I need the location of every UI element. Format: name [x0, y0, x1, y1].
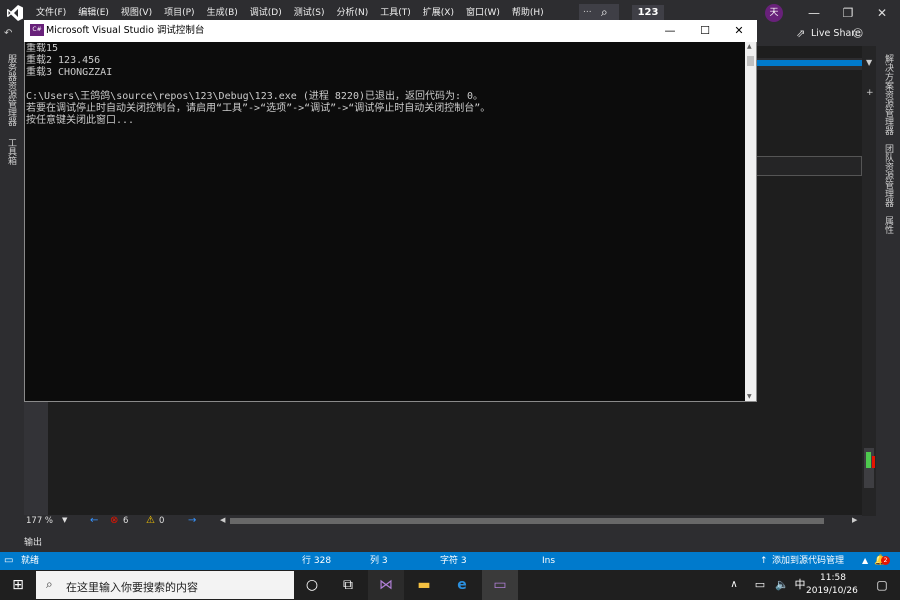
notification-badge: 2 [881, 556, 890, 565]
tab-toolbox[interactable]: 工具箱 [5, 138, 18, 165]
console-line: 重载15 [26, 43, 59, 54]
right-tool-strip: 解决方案资源管理器 团队资源管理器 属性 [876, 46, 900, 552]
clock-date[interactable]: 2019/10/26 [806, 586, 858, 596]
tab-output[interactable]: 输出 [24, 535, 42, 548]
left-tool-strip: 服务器资源管理器 工具箱 [0, 46, 22, 552]
navigation-bar-box [756, 156, 862, 176]
error-count[interactable]: 6 [123, 516, 128, 526]
search-ellipsis: ... [583, 5, 592, 15]
back-arrow-icon[interactable]: ↶ [4, 28, 12, 39]
back-icon[interactable]: ← [90, 515, 98, 526]
console-output: 重载15 重载2 123.456 重载3 CHONGZZAI C:\Users\王鸽… [26, 43, 744, 400]
status-line: 行 328 [302, 556, 332, 566]
status-ready: 就绪 [21, 556, 40, 566]
warning-count[interactable]: 0 [159, 516, 164, 526]
console-line: 重载2 123.456 [26, 55, 101, 66]
search-icon: ⌕ [46, 577, 53, 591]
output-tab-bar: 输出 [0, 530, 900, 552]
scroll-left-icon[interactable]: ◀ [220, 516, 225, 524]
console-scrollbar[interactable]: ▲ ▼ [745, 42, 756, 401]
tab-solution-explorer[interactable]: 解决方案资源管理器 [882, 54, 895, 135]
plus-icon[interactable]: + [866, 88, 874, 98]
error-marker [872, 456, 875, 468]
status-char: 字符 3 [440, 556, 467, 566]
editor-margin [24, 400, 48, 516]
console-close-icon[interactable]: ✕ [722, 20, 756, 42]
windows-start-icon[interactable]: ⊞ [0, 570, 36, 600]
close-icon[interactable]: ✕ [870, 4, 894, 22]
scroll-right-icon[interactable]: ▶ [852, 516, 857, 524]
chevron-up-icon[interactable]: ▲ [862, 552, 868, 570]
chevron-down-icon[interactable]: ▼ [866, 58, 872, 67]
solution-name: 123 [632, 5, 664, 21]
status-ins: Ins [542, 556, 556, 566]
status-bar: ▭ 就绪 行 328 列 3 字符 3 Ins ↑ 添加到源代码管理 ▲ 🔔 2 [0, 552, 900, 570]
right-pane-edge [862, 46, 876, 516]
scroll-up-icon[interactable]: ▲ [747, 43, 752, 50]
visual-studio-logo-icon[interactable] [6, 4, 24, 22]
tab-server-explorer[interactable]: 服务器资源管理器 [5, 54, 18, 126]
taskbar-search-placeholder: 在这里输入你要搜索的内容 [66, 581, 198, 594]
zoom-level[interactable]: 177 % [26, 516, 53, 526]
feedback-icon[interactable]: ☺ [852, 27, 863, 40]
minimize-icon[interactable]: — [802, 4, 826, 22]
edge-browser-icon[interactable]: e [444, 570, 480, 600]
console-line: C:\Users\王鸽鸽\source\repos\123\Debug\123.… [26, 91, 484, 102]
zoom-dropdown-icon[interactable]: ▼ [62, 516, 67, 524]
console-title: Microsoft Visual Studio 调试控制台 [46, 25, 205, 36]
live-share-icon: ⇗ [796, 27, 806, 40]
clock-time[interactable]: 11:58 [820, 573, 846, 583]
notification-center-icon[interactable]: ▢ [864, 570, 900, 600]
console-minimize-icon[interactable]: — [653, 20, 687, 42]
forward-icon[interactable]: → [188, 515, 196, 526]
cortana-icon[interactable]: ○ [294, 570, 330, 600]
file-explorer-icon[interactable]: ▬ [406, 570, 442, 600]
tab-properties[interactable]: 属性 [882, 216, 895, 234]
tab-team-explorer[interactable]: 团队资源管理器 [882, 144, 895, 207]
console-line: 若要在调试停止时自动关闭控制台，请启用“工具”->“选项”->“调试”->“调试… [26, 103, 491, 114]
taskbar-search-box[interactable]: ⌕ 在这里输入你要搜索的内容 [36, 571, 294, 599]
visual-studio-taskbar-icon[interactable]: ⋈ [368, 570, 404, 600]
arrow-up-icon: ↑ [760, 556, 768, 566]
error-icon: ⊗ [110, 515, 119, 526]
status-column: 列 3 [370, 556, 388, 566]
change-marker [866, 452, 871, 468]
avatar[interactable]: 天 [765, 4, 783, 22]
console-scroll-thumb[interactable] [747, 56, 754, 66]
search-icon[interactable]: ⌕ [601, 5, 608, 20]
status-ready-icon: ▭ [4, 555, 14, 566]
console-line: 重载3 CHONGZZAI [26, 67, 113, 78]
warning-icon: ⚠ [146, 515, 155, 526]
console-taskbar-icon[interactable]: ▭ [482, 570, 518, 600]
add-to-source-control-button[interactable]: 添加到源代码管理 [772, 552, 844, 570]
task-view-icon[interactable]: ⧉ [330, 570, 366, 600]
scroll-down-icon[interactable]: ▼ [747, 393, 752, 400]
editor-tab-accent [756, 60, 862, 66]
console-maximize-icon[interactable]: ☐ [688, 20, 722, 42]
restore-icon[interactable]: ❐ [836, 4, 860, 22]
console-line: 按任意键关闭此窗口... [26, 115, 135, 126]
console-app-icon: C# [30, 24, 44, 36]
horizontal-scrollbar[interactable] [230, 518, 824, 524]
